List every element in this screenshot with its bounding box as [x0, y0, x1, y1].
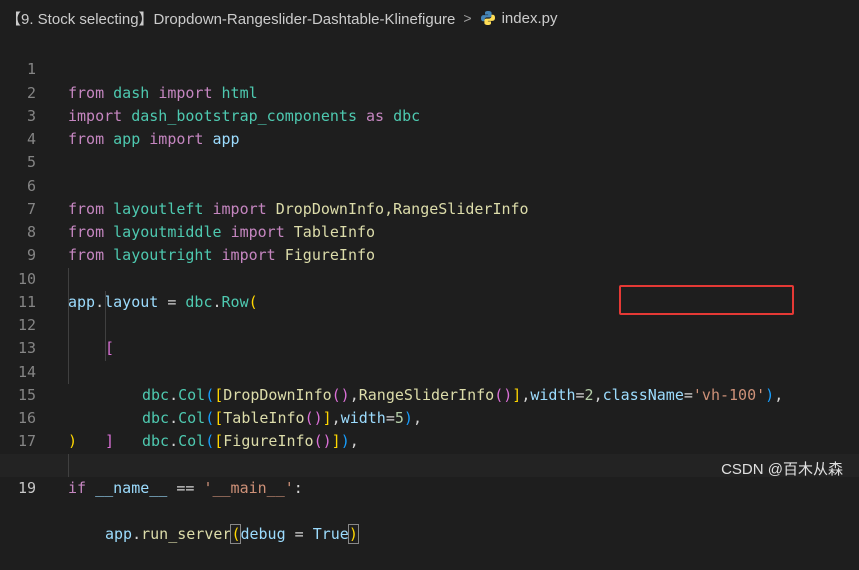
- code-line-9: 9: [0, 221, 859, 264]
- code-line-5: 5: [0, 128, 859, 171]
- code-line-14: 14 dbc.Col([FigureInfo()]),: [0, 337, 859, 450]
- watermark: CSDN @百木从森: [721, 461, 843, 478]
- code-line-3: 3 from app import app: [0, 82, 859, 148]
- breadcrumb: 【9. Stock selecting】Dropdown-Rangeslider…: [0, 0, 859, 36]
- code-line-7: 7 from layoutmiddle import TableInfo: [0, 175, 859, 241]
- breadcrumb-folder[interactable]: 【9. Stock selecting】Dropdown-Rangeslider…: [6, 8, 455, 29]
- code-line-10: 10 app.layout = dbc.Row(: [0, 244, 859, 311]
- code-line-2: 2 import dash_bootstrap_components as db…: [0, 58, 859, 125]
- code-line-1: 1 from dash import html: [0, 35, 859, 101]
- code-line-4: 4: [0, 105, 859, 148]
- code-line-8: 8 from layoutright import FigureInfo: [0, 198, 859, 264]
- code-line-13: 13 dbc.Col([TableInfo()],width=5),: [0, 314, 859, 427]
- code-line-15: 15 ]: [0, 360, 859, 450]
- code-line-6: 6 from layoutleft import DropDownInfo,Ra…: [0, 151, 859, 218]
- annotation-highlight-box: [619, 285, 794, 315]
- line-number: 19: [17, 478, 36, 497]
- code-line-18: 18 if __name__ == '__main__':: [0, 430, 859, 497]
- breadcrumb-separator: >: [463, 10, 472, 26]
- breadcrumb-file[interactable]: index.py: [502, 10, 558, 27]
- code-line-16: 16 ): [0, 384, 859, 450]
- code-editor[interactable]: 1 from dash import html 2 import dash_bo…: [0, 35, 859, 545]
- code-line-17: 17: [0, 407, 859, 450]
- python-file-icon: [480, 11, 495, 25]
